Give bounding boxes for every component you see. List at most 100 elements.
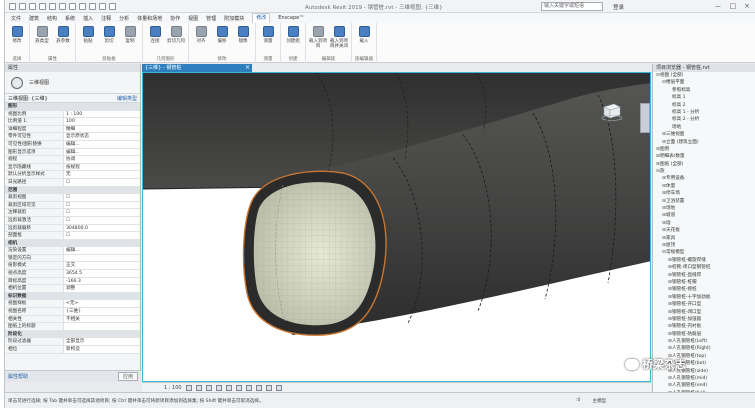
property-value[interactable]: 正交 <box>63 262 140 270</box>
browser-node[interactable]: ⊞卫浴装置 <box>653 198 755 205</box>
property-value[interactable]: 编辑... <box>63 247 140 254</box>
ribbon-tab[interactable]: 注释 <box>101 15 111 22</box>
model-selector[interactable]: 主模型 <box>592 398 606 404</box>
property-value[interactable]: 1 : 100 <box>63 110 140 118</box>
browser-node[interactable]: ⊞钢管桩-内衬板 <box>653 323 755 330</box>
browser-node[interactable]: ⊞钢管桩-螺旋焊缝 <box>653 257 755 264</box>
3d-viewport[interactable] <box>142 72 651 382</box>
save-icon[interactable] <box>29 2 36 10</box>
browser-node[interactable]: ⊞人孔钢管桩(end) <box>653 382 755 389</box>
undo-icon[interactable] <box>39 2 46 10</box>
browser-node[interactable]: ⊞钢管桩-直缝焊 <box>653 272 755 279</box>
browser-node[interactable]: ⊞钢管桩-接桩 <box>653 286 755 293</box>
browser-node[interactable]: 标高 1 <box>653 94 755 101</box>
minimize-button[interactable]: － <box>715 2 722 12</box>
close-icon[interactable]: × <box>243 64 252 72</box>
browser-node[interactable]: 场地 <box>653 124 755 131</box>
view-cube-icon[interactable] <box>600 103 622 121</box>
print-icon[interactable] <box>59 2 66 10</box>
browser-node[interactable]: ⊞人孔钢管桩(mid) <box>653 375 755 382</box>
property-section[interactable]: 标识数据 <box>5 292 140 301</box>
browser-node[interactable]: ⊞钢管桩-加强箍 <box>653 316 755 323</box>
browser-node[interactable]: ⊟楼层平面 <box>653 79 755 86</box>
browser-node[interactable]: 参照标高 <box>653 87 755 94</box>
open-icon[interactable] <box>19 2 26 10</box>
browser-node[interactable]: ⊞场地 <box>653 205 755 212</box>
property-value[interactable]: 显示原状态 <box>63 133 140 140</box>
property-value[interactable]: -166.3 <box>63 277 140 285</box>
property-value[interactable]: ☐ <box>63 209 140 216</box>
lock-3d-icon[interactable] <box>255 384 262 391</box>
show-crop-icon[interactable] <box>245 384 252 391</box>
browser-node[interactable]: ⊞人孔钢管桩(Right) <box>653 345 755 352</box>
browser-node[interactable]: 标高 1 - 分析 <box>653 109 755 116</box>
browser-node[interactable]: ⊞钢管桩-开口型 <box>653 301 755 308</box>
browser-node[interactable]: ⊞专用设备 <box>653 175 755 182</box>
ribbon-tab[interactable]: 修改 <box>252 13 271 23</box>
ribbon-tab[interactable]: 结构 <box>47 15 57 22</box>
ribbon-tab[interactable]: 协作 <box>170 15 180 22</box>
browser-node[interactable]: ⊞屋顶 <box>653 242 755 249</box>
property-section[interactable]: 相机 <box>5 239 140 248</box>
ribbon-tab[interactable]: 体量和场地 <box>137 15 162 22</box>
property-value[interactable]: 按规程 <box>63 163 140 171</box>
property-value[interactable]: 100 <box>63 118 140 125</box>
3d-view-icon[interactable] <box>89 2 96 10</box>
search-input[interactable]: 输入关键字或短语 <box>541 2 603 11</box>
browser-node[interactable]: ⊞天花板 <box>653 227 755 234</box>
property-value[interactable]: ☐ <box>63 194 140 201</box>
text-icon[interactable] <box>79 2 86 10</box>
ribbon-tab[interactable]: 文件 <box>11 15 21 22</box>
view-scale[interactable]: 1 : 100 <box>164 385 182 391</box>
apply-button[interactable]: 应用 <box>117 372 138 381</box>
property-value[interactable]: 编辑... <box>63 140 140 148</box>
redo-icon[interactable] <box>49 2 56 10</box>
crop-view-icon[interactable] <box>235 384 242 391</box>
browser-node[interactable]: ⊞墙 <box>653 220 755 227</box>
ribbon-tab[interactable]: 分析 <box>119 15 129 22</box>
property-value[interactable]: 新构造 <box>63 346 140 353</box>
browser-node[interactable]: ⊞体量 <box>653 183 755 190</box>
property-value[interactable]: ☐ <box>63 201 140 209</box>
browser-node[interactable]: ⊞坡道 <box>653 212 755 219</box>
browser-node[interactable]: ⊟族 <box>653 168 755 175</box>
property-section[interactable]: 图形 <box>5 103 140 111</box>
view-tab[interactable]: {三维} - 钢管桩 <box>142 64 252 72</box>
ribbon-tab[interactable]: 插入 <box>83 15 93 22</box>
type-selector[interactable]: 三维视图 <box>5 72 140 94</box>
browser-node[interactable]: ⊞钢管桩-十字加劲板 <box>653 294 755 301</box>
family-selector[interactable]: 三维视图: {三维} <box>8 95 48 102</box>
browser-node[interactable]: ⊞三维视图 <box>653 131 755 138</box>
browser-node[interactable]: ⊞图例 <box>653 146 755 153</box>
property-value[interactable]: 精细 <box>63 125 140 133</box>
rendering-icon[interactable] <box>225 384 232 391</box>
temporary-hide-icon[interactable] <box>265 384 272 391</box>
property-value[interactable]: 调整 <box>63 285 140 292</box>
browser-node[interactable]: ⊟视图 (全部) <box>653 72 755 79</box>
browser-node[interactable]: ⊞钢管桩-闭口型 <box>653 309 755 316</box>
browser-node[interactable]: ⊞停车场 <box>653 190 755 197</box>
close-hidden-icon[interactable] <box>109 2 116 10</box>
navigation-bar[interactable] <box>640 103 650 133</box>
browser-node[interactable]: ⊞立面 (建筑立面) <box>653 139 755 146</box>
visual-style-icon[interactable] <box>195 384 202 391</box>
maximize-button[interactable]: □ <box>730 2 737 12</box>
ribbon-tab[interactable]: Enscape™ <box>278 15 304 21</box>
browser-node[interactable]: ⊟常规模型 <box>653 249 755 256</box>
browser-node[interactable]: ⊞家具 <box>653 235 755 242</box>
section-icon[interactable] <box>99 2 106 10</box>
property-value[interactable] <box>63 323 140 330</box>
property-value[interactable]: 编辑... <box>63 148 140 156</box>
browser-node[interactable]: 标高 2 <box>653 102 755 109</box>
property-value[interactable]: 不相关 <box>63 315 140 323</box>
detail-level-icon[interactable] <box>185 384 192 391</box>
reveal-hidden-icon[interactable] <box>275 384 282 391</box>
browser-node[interactable]: ⊞钢管桩-桩帽 <box>653 279 755 286</box>
property-value[interactable]: <无> <box>63 300 140 308</box>
property-value[interactable]: 304800.0 <box>63 224 140 232</box>
property-value[interactable] <box>63 254 140 262</box>
property-value[interactable]: ☐ <box>63 216 140 224</box>
browser-node[interactable]: ⊞人孔钢管桩(Left) <box>653 338 755 345</box>
ribbon-tab[interactable]: 管理 <box>206 15 216 22</box>
browser-node[interactable]: ⊞桩靴-闭口型钢管桩 <box>653 264 755 271</box>
